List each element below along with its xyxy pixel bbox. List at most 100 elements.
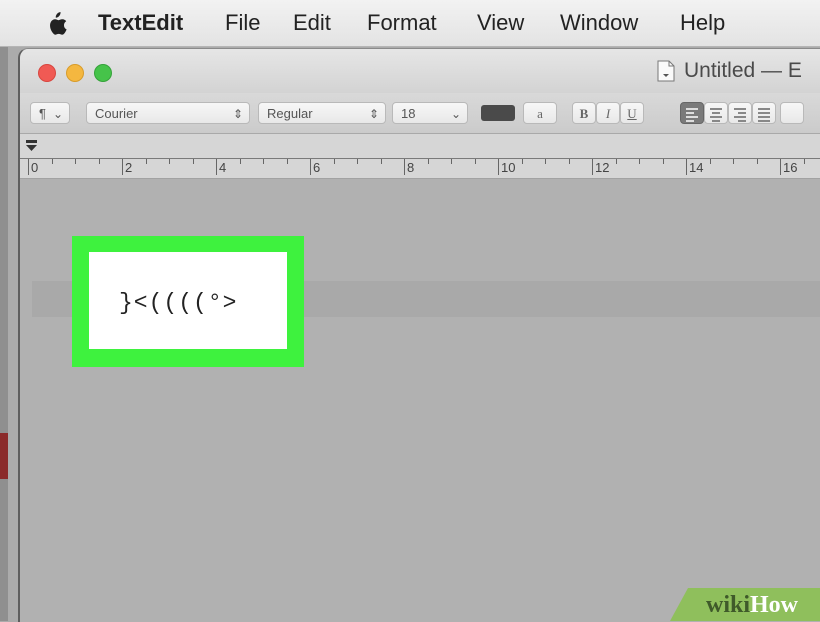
ruler-label: 16 (783, 160, 798, 175)
page-left-edge (0, 0, 8, 621)
document-area[interactable]: }<((((°> (20, 179, 820, 622)
ruler-minor-tick (192, 159, 194, 164)
ruler-minor-tick (333, 159, 335, 164)
ruler-minor-tick (51, 159, 53, 164)
watermark-how: How (750, 592, 799, 618)
ruler-minor-tick (709, 159, 711, 164)
ruler-major-tick (122, 159, 123, 175)
background-color-label: a (537, 106, 543, 121)
ruler-label: 12 (595, 160, 610, 175)
font-style-value: Regular (267, 106, 313, 121)
spacing-button[interactable] (780, 102, 804, 124)
ruler-minor-tick (75, 159, 76, 164)
ruler-major-tick (592, 159, 593, 175)
menu-edit[interactable]: Edit (293, 10, 331, 36)
textedit-window: Untitled — E ¶ ⌄ Courier ⇕ Regular ⇕ 18 … (18, 48, 820, 622)
justify-icon (758, 108, 770, 124)
ruler-label: 4 (219, 160, 227, 175)
ruler-minor-tick (474, 159, 476, 164)
align-center-button[interactable] (704, 102, 728, 124)
menu-bar: TextEdit File Edit Format View Window He… (0, 0, 820, 47)
ruler-label: 6 (313, 160, 321, 175)
bold-label: B (579, 106, 589, 121)
ruler-major-tick (28, 159, 29, 175)
text-selection-box[interactable]: }<((((°> (89, 252, 287, 349)
align-right-icon (734, 108, 746, 124)
underline-label: U (627, 106, 637, 121)
close-button[interactable] (38, 64, 56, 82)
menu-help[interactable]: Help (680, 10, 725, 36)
italic-button[interactable]: I (596, 102, 620, 124)
ruler-major-tick (404, 159, 405, 175)
minimize-button[interactable] (66, 64, 84, 82)
align-left-icon (686, 108, 698, 124)
align-right-button[interactable] (728, 102, 752, 124)
indent-marker-icon[interactable] (26, 140, 38, 154)
chevron-down-icon: ⌄ (52, 107, 63, 121)
ruler-minor-tick (803, 159, 805, 164)
chevron-down-icon: ⌄ (450, 107, 461, 121)
ruler-minor-tick (568, 159, 570, 164)
ruler-major-tick (310, 159, 311, 175)
ruler-label: 14 (689, 160, 704, 175)
ruler-minor-tick (98, 159, 100, 164)
menu-window[interactable]: Window (560, 10, 638, 36)
ruler-label: 10 (501, 160, 516, 175)
document-icon[interactable] (657, 60, 675, 82)
italic-label: I (605, 106, 611, 121)
align-left-button[interactable] (680, 102, 704, 124)
ruler-minor-tick (145, 159, 147, 164)
stepper-arrows-icon: ⇕ (232, 107, 243, 121)
font-style-popup[interactable]: Regular ⇕ (258, 102, 386, 124)
ruler-label: 2 (125, 160, 133, 175)
ruler-minor-tick (733, 159, 734, 164)
ruler-major-tick (686, 159, 687, 175)
apple-logo-icon[interactable] (44, 10, 68, 38)
ruler-label: 0 (31, 160, 39, 175)
ruler-minor-tick (169, 159, 170, 164)
page-left-marker (0, 433, 8, 479)
text-color-well[interactable] (481, 105, 515, 121)
paragraph-style-popup[interactable]: ¶ ⌄ (30, 102, 70, 124)
ruler-minor-tick (427, 159, 429, 164)
ruler-minor-tick (639, 159, 640, 164)
wikihow-watermark: wikiHow (706, 592, 798, 619)
font-family-value: Courier (95, 106, 138, 121)
ruler[interactable]: 0 2 4 6 8 10 12 14 16 (20, 134, 820, 179)
ruler-minor-tick (545, 159, 546, 164)
menu-app-name[interactable]: TextEdit (98, 10, 183, 36)
format-bar: ¶ ⌄ Courier ⇕ Regular ⇕ 18 ⌄ a B I U (20, 93, 820, 134)
document-text[interactable]: }<((((°> (119, 290, 237, 316)
ruler-major-tick (216, 159, 217, 175)
ruler-major-tick (498, 159, 499, 175)
justify-button[interactable] (752, 102, 776, 124)
ruler-label: 8 (407, 160, 415, 175)
menu-format[interactable]: Format (367, 10, 437, 36)
title-bar[interactable]: Untitled — E (20, 49, 820, 93)
paragraph-icon: ¶ (39, 106, 46, 121)
ruler-minor-tick (521, 159, 523, 164)
ruler-minor-tick (451, 159, 452, 164)
menu-view[interactable]: View (477, 10, 524, 36)
ruler-minor-tick (380, 159, 382, 164)
bold-button[interactable]: B (572, 102, 596, 124)
ruler-minor-tick (615, 159, 617, 164)
text-highlight-frame: }<((((°> (72, 236, 304, 367)
font-size-combo[interactable]: 18 ⌄ (392, 102, 468, 124)
background-color-button[interactable]: a (523, 102, 557, 124)
watermark-wiki: wiki (706, 592, 751, 618)
underline-button[interactable]: U (620, 102, 644, 124)
align-center-icon (710, 108, 722, 124)
ruler-minor-tick (239, 159, 241, 164)
ruler-baseline (20, 158, 820, 159)
ruler-minor-tick (263, 159, 264, 164)
ruler-minor-tick (286, 159, 288, 164)
menu-file[interactable]: File (225, 10, 260, 36)
zoom-button[interactable] (94, 64, 112, 82)
stepper-arrows-icon: ⇕ (368, 107, 379, 121)
window-title: Untitled — E (684, 59, 802, 82)
font-size-value: 18 (401, 106, 416, 121)
ruler-minor-tick (662, 159, 664, 164)
font-family-popup[interactable]: Courier ⇕ (86, 102, 250, 124)
ruler-minor-tick (357, 159, 358, 164)
